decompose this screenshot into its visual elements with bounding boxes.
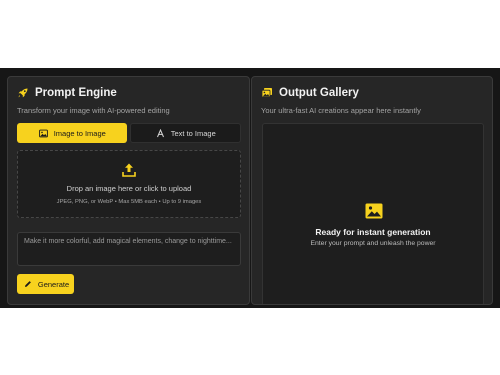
pencil-icon xyxy=(22,278,34,290)
output-gallery-header: Output Gallery xyxy=(261,85,359,101)
tab-text-to-image[interactable]: Text to Image xyxy=(129,123,241,143)
generate-button-label: Generate xyxy=(37,279,70,289)
prompt-engine-header: Prompt Engine xyxy=(17,85,117,101)
tab-image-to-image[interactable]: Image to Image xyxy=(17,123,127,143)
upload-requirements: JPEG, PNG, or WebP • Max 5MB each • Up t… xyxy=(56,199,202,205)
upload-icon xyxy=(121,162,137,178)
empty-state-title: Ready for instant generation xyxy=(315,227,431,237)
tab-text-to-image-label: Text to Image xyxy=(170,128,216,138)
image-placeholder-icon xyxy=(365,203,383,219)
text-icon xyxy=(155,127,167,139)
prompt-input[interactable] xyxy=(17,232,241,266)
gallery-area: Ready for instant generation Enter your … xyxy=(262,123,484,304)
upload-instructions: Drop an image here or click to upload xyxy=(66,184,192,193)
prompt-engine-subtitle: Transform your image with AI-powered edi… xyxy=(17,106,170,115)
prompt-engine-panel: Prompt Engine Transform your image with … xyxy=(7,76,250,305)
output-gallery-title: Output Gallery xyxy=(279,87,359,99)
prompt-engine-title: Prompt Engine xyxy=(35,87,117,99)
rocket-icon xyxy=(17,87,29,99)
output-gallery-panel: Output Gallery Your ultra-fast AI creati… xyxy=(251,76,493,305)
generate-button[interactable]: Generate xyxy=(17,274,74,294)
gallery-icon xyxy=(261,87,273,99)
image-icon xyxy=(38,127,50,139)
upload-dropzone[interactable]: Drop an image here or click to upload JP… xyxy=(17,150,241,218)
tab-image-to-image-label: Image to Image xyxy=(53,128,106,138)
mode-tabs: Image to Image Text to Image xyxy=(17,123,241,143)
empty-state-subtitle: Enter your prompt and unleash the power xyxy=(310,240,436,247)
output-gallery-subtitle: Your ultra-fast AI creations appear here… xyxy=(261,106,421,115)
